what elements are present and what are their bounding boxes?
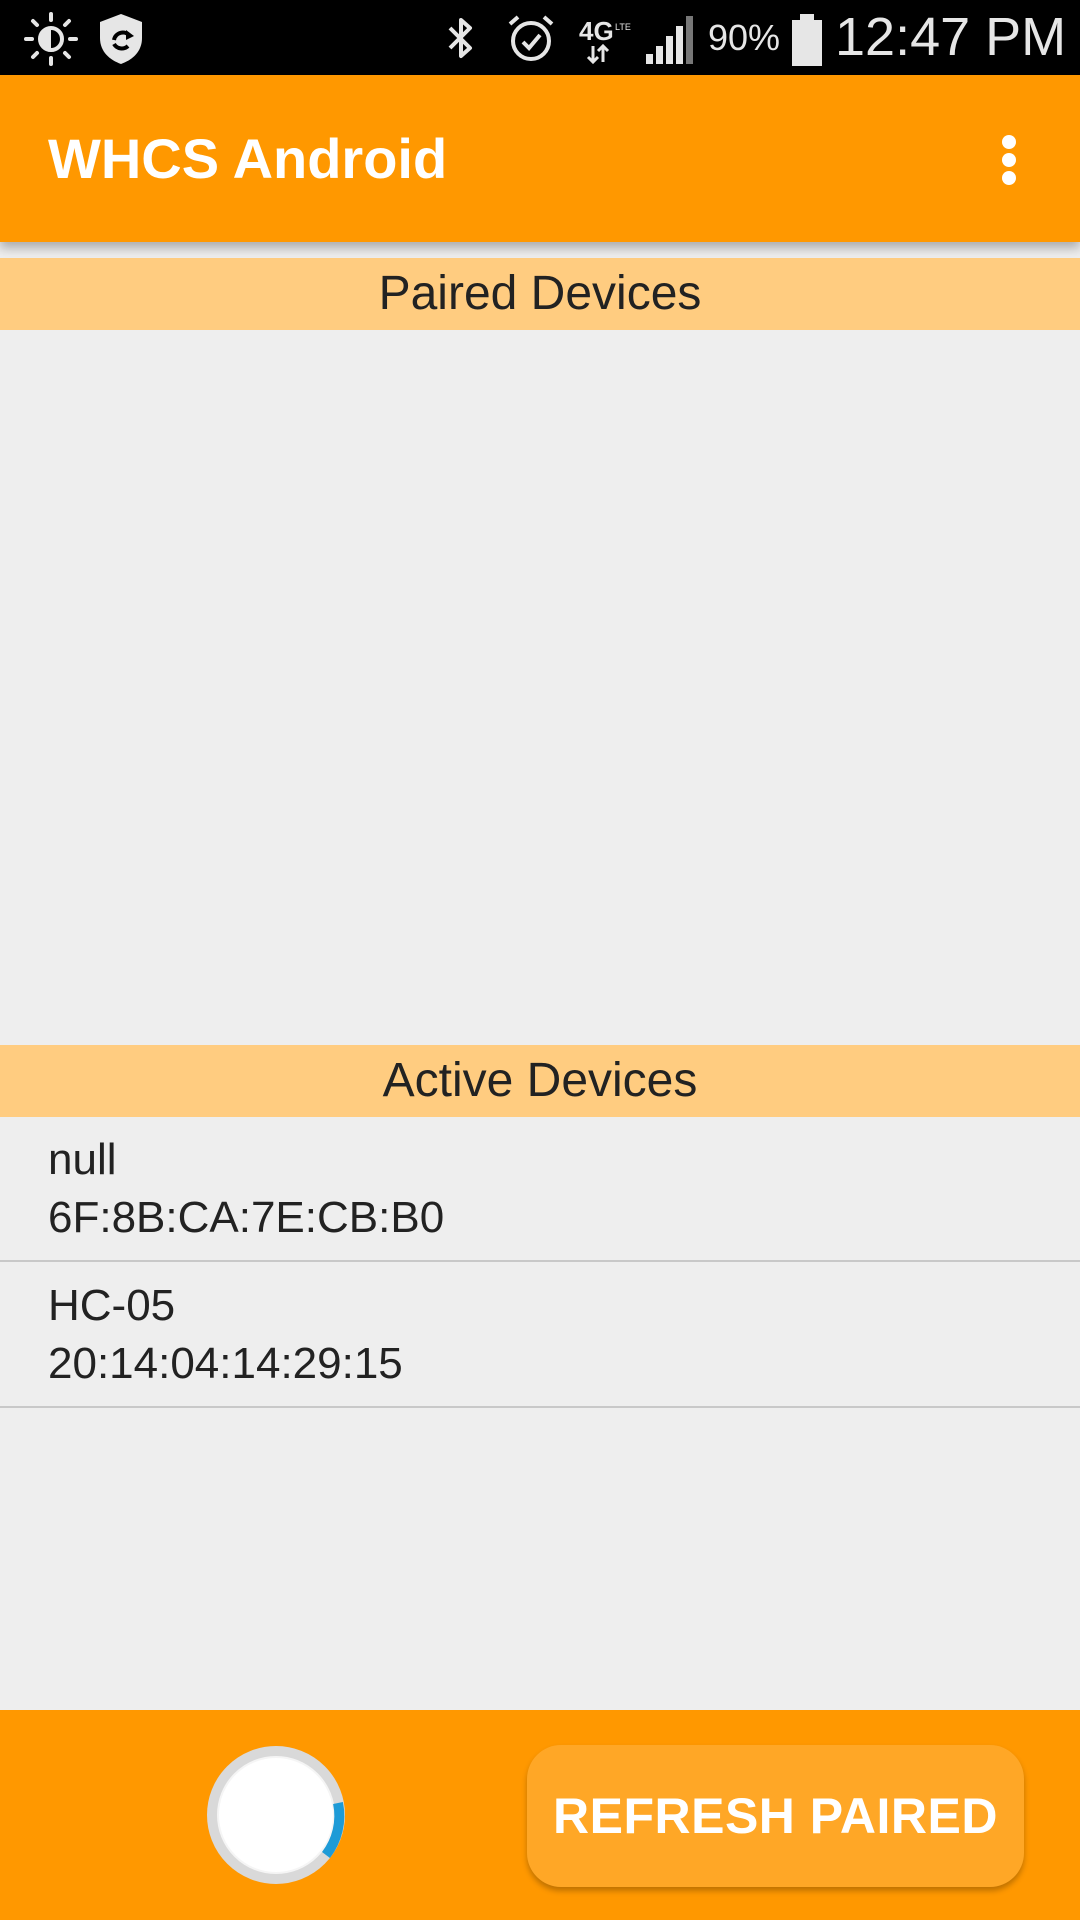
brightness-icon [24,12,78,66]
signal-icon [646,16,693,64]
list-item[interactable]: null 6F:8B:CA:7E:CB:B0 [0,1117,1080,1262]
bluetooth-icon [448,18,472,58]
list-item[interactable]: HC-05 20:14:04:14:29:15 [0,1263,1080,1408]
device-address: 20:14:04:14:29:15 [48,1339,403,1388]
paired-devices-list [0,330,1080,1045]
shield-sync-icon [100,14,142,64]
svg-text:4G: 4G [579,16,614,46]
battery-percent: 90% [708,17,781,58]
device-address: 6F:8B:CA:7E:CB:B0 [48,1193,445,1242]
device-name: null [48,1135,117,1184]
alarm-icon [508,15,554,61]
overflow-menu-icon[interactable] [980,125,1038,195]
app-bar: WHCS Android [0,75,1080,242]
device-name: HC-05 [48,1281,176,1330]
lte-4g-icon: 4G LTE [579,16,631,65]
status-bar: 4G LTE 90% 12:47 PM [0,0,1080,75]
refresh-paired-button[interactable]: REFRESH PAIRED [527,1745,1024,1887]
app-title: WHCS Android [48,127,448,190]
paired-devices-header: Paired Devices [0,258,1080,330]
battery-icon [792,14,822,66]
progress-spinner-icon [207,1746,345,1884]
active-devices-header: Active Devices [0,1045,1080,1117]
bottom-bar: REFRESH PAIRED [0,1710,1080,1920]
status-clock: 12:47 PM [835,7,1067,67]
svg-text:LTE: LTE [615,22,631,32]
